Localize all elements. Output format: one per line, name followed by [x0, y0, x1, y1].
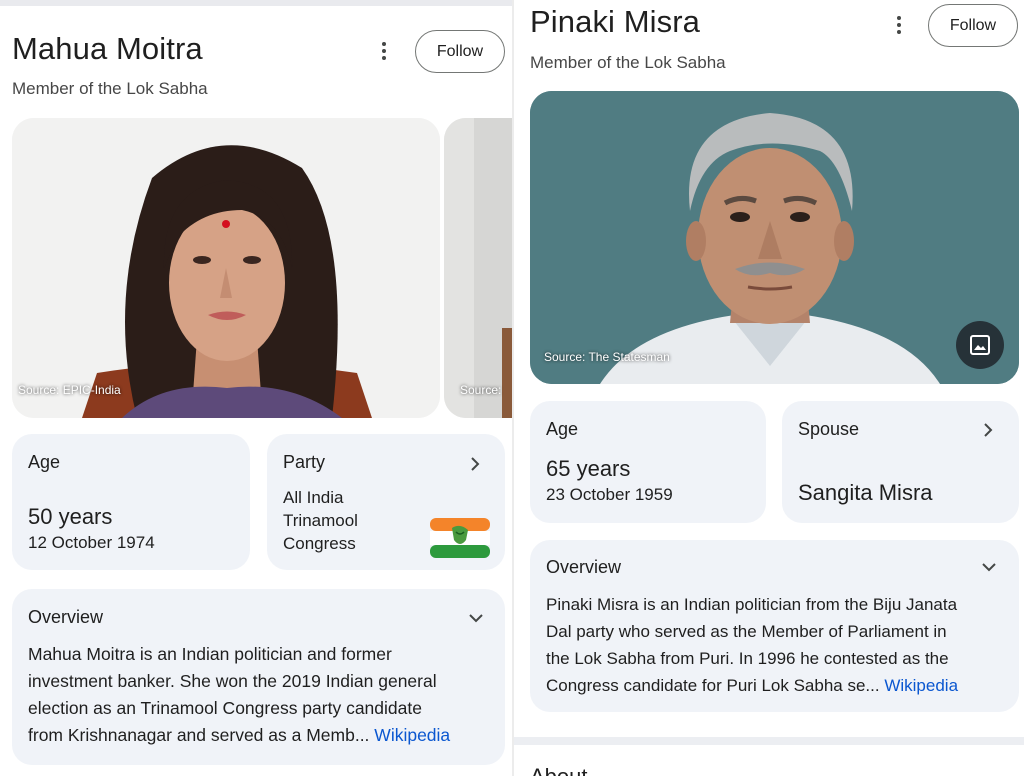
right-panel: Pinaki Misra Follow Member of the Lok Sa… [514, 0, 1024, 776]
overview-card[interactable]: Overview Mahua Moitra is an Indian polit… [12, 589, 505, 765]
overview-label: Overview [546, 557, 622, 577]
follow-button[interactable]: Follow [415, 30, 505, 73]
image-glyph [970, 335, 990, 355]
second-photo-source: Source: [460, 383, 502, 397]
overview-line-2: investment banker. She won the 2019 Indi… [28, 671, 437, 691]
overview-text: Mahua Moitra is an Indian politician and… [28, 641, 503, 749]
chevron-right-icon [984, 423, 993, 437]
overview-line-3: the Lok Sabha from Puri. In 1996 he cont… [546, 649, 949, 668]
age-value: 50 years [28, 504, 113, 529]
second-photo[interactable]: Source: [444, 118, 512, 418]
overview-text: Pinaki Misra is an Indian politician fro… [546, 591, 1016, 699]
about-heading: About [530, 764, 588, 776]
chevron-right-icon [471, 457, 480, 471]
second-photo-image [444, 118, 512, 418]
party-name-line-3: Congress [283, 534, 356, 553]
party-name-line-2: Trinamool [283, 511, 358, 530]
age-value: 65 years [546, 456, 631, 481]
section-separator [514, 737, 1024, 745]
kebab-menu-icon[interactable] [374, 38, 394, 64]
entity-name: Pinaki Misra [530, 4, 701, 39]
photo-source: Source: EPIC-India [18, 383, 121, 397]
kebab-menu-icon[interactable] [889, 12, 909, 38]
entity-name: Mahua Moitra [12, 31, 203, 66]
age-card[interactable]: Age 50 years 12 October 1974 [12, 434, 250, 570]
spouse-label: Spouse [798, 419, 860, 439]
chevron-down-icon[interactable] [981, 559, 997, 575]
spouse-name: Sangita Misra [798, 480, 933, 505]
entity-photo[interactable]: Source: EPIC-India [12, 118, 440, 418]
portrait-image [12, 118, 440, 418]
entity-subtitle: Member of the Lok Sabha [12, 79, 208, 98]
top-strip [0, 0, 512, 6]
overview-card[interactable]: Overview Pinaki Misra is an Indian polit… [530, 540, 1019, 712]
overview-line-2: Dal party who served as the Member of Pa… [546, 622, 947, 641]
overview-line-4: from Krishnanagar and served as a Memb..… [28, 725, 370, 745]
spouse-card[interactable]: Spouse Sangita Misra [782, 401, 1019, 523]
birth-date: 12 October 1974 [28, 533, 155, 552]
party-label: Party [283, 452, 326, 472]
left-panel: Mahua Moitra Follow Member of the Lok Sa… [0, 0, 512, 776]
party-name-line-1: All India [283, 488, 344, 507]
wikipedia-link[interactable]: Wikipedia [884, 676, 958, 695]
overview-line-1: Mahua Moitra is an Indian politician and… [28, 644, 392, 664]
party-flag-icon [430, 518, 490, 558]
image-icon[interactable] [956, 321, 1004, 369]
overview-line-3: election as an Trinamool Congress party … [28, 698, 422, 718]
age-card[interactable]: Age 65 years 23 October 1959 [530, 401, 766, 523]
wikipedia-link[interactable]: Wikipedia [374, 725, 450, 745]
photo-source: Source: The Statesman [544, 350, 670, 364]
portrait-image [530, 91, 1019, 384]
chevron-down-icon[interactable] [468, 610, 484, 626]
entity-subtitle: Member of the Lok Sabha [530, 53, 726, 72]
party-card[interactable]: Party All India Trinamool Congress [267, 434, 505, 570]
overview-line-1: Pinaki Misra is an Indian politician fro… [546, 595, 958, 614]
birth-date: 23 October 1959 [546, 485, 673, 504]
age-label: Age [546, 419, 579, 439]
entity-photo[interactable]: Source: The Statesman [530, 91, 1019, 384]
age-label: Age [28, 452, 61, 472]
overview-line-4: Congress candidate for Puri Lok Sabha se… [546, 676, 880, 695]
follow-button[interactable]: Follow [928, 4, 1018, 47]
overview-label: Overview [28, 607, 104, 627]
